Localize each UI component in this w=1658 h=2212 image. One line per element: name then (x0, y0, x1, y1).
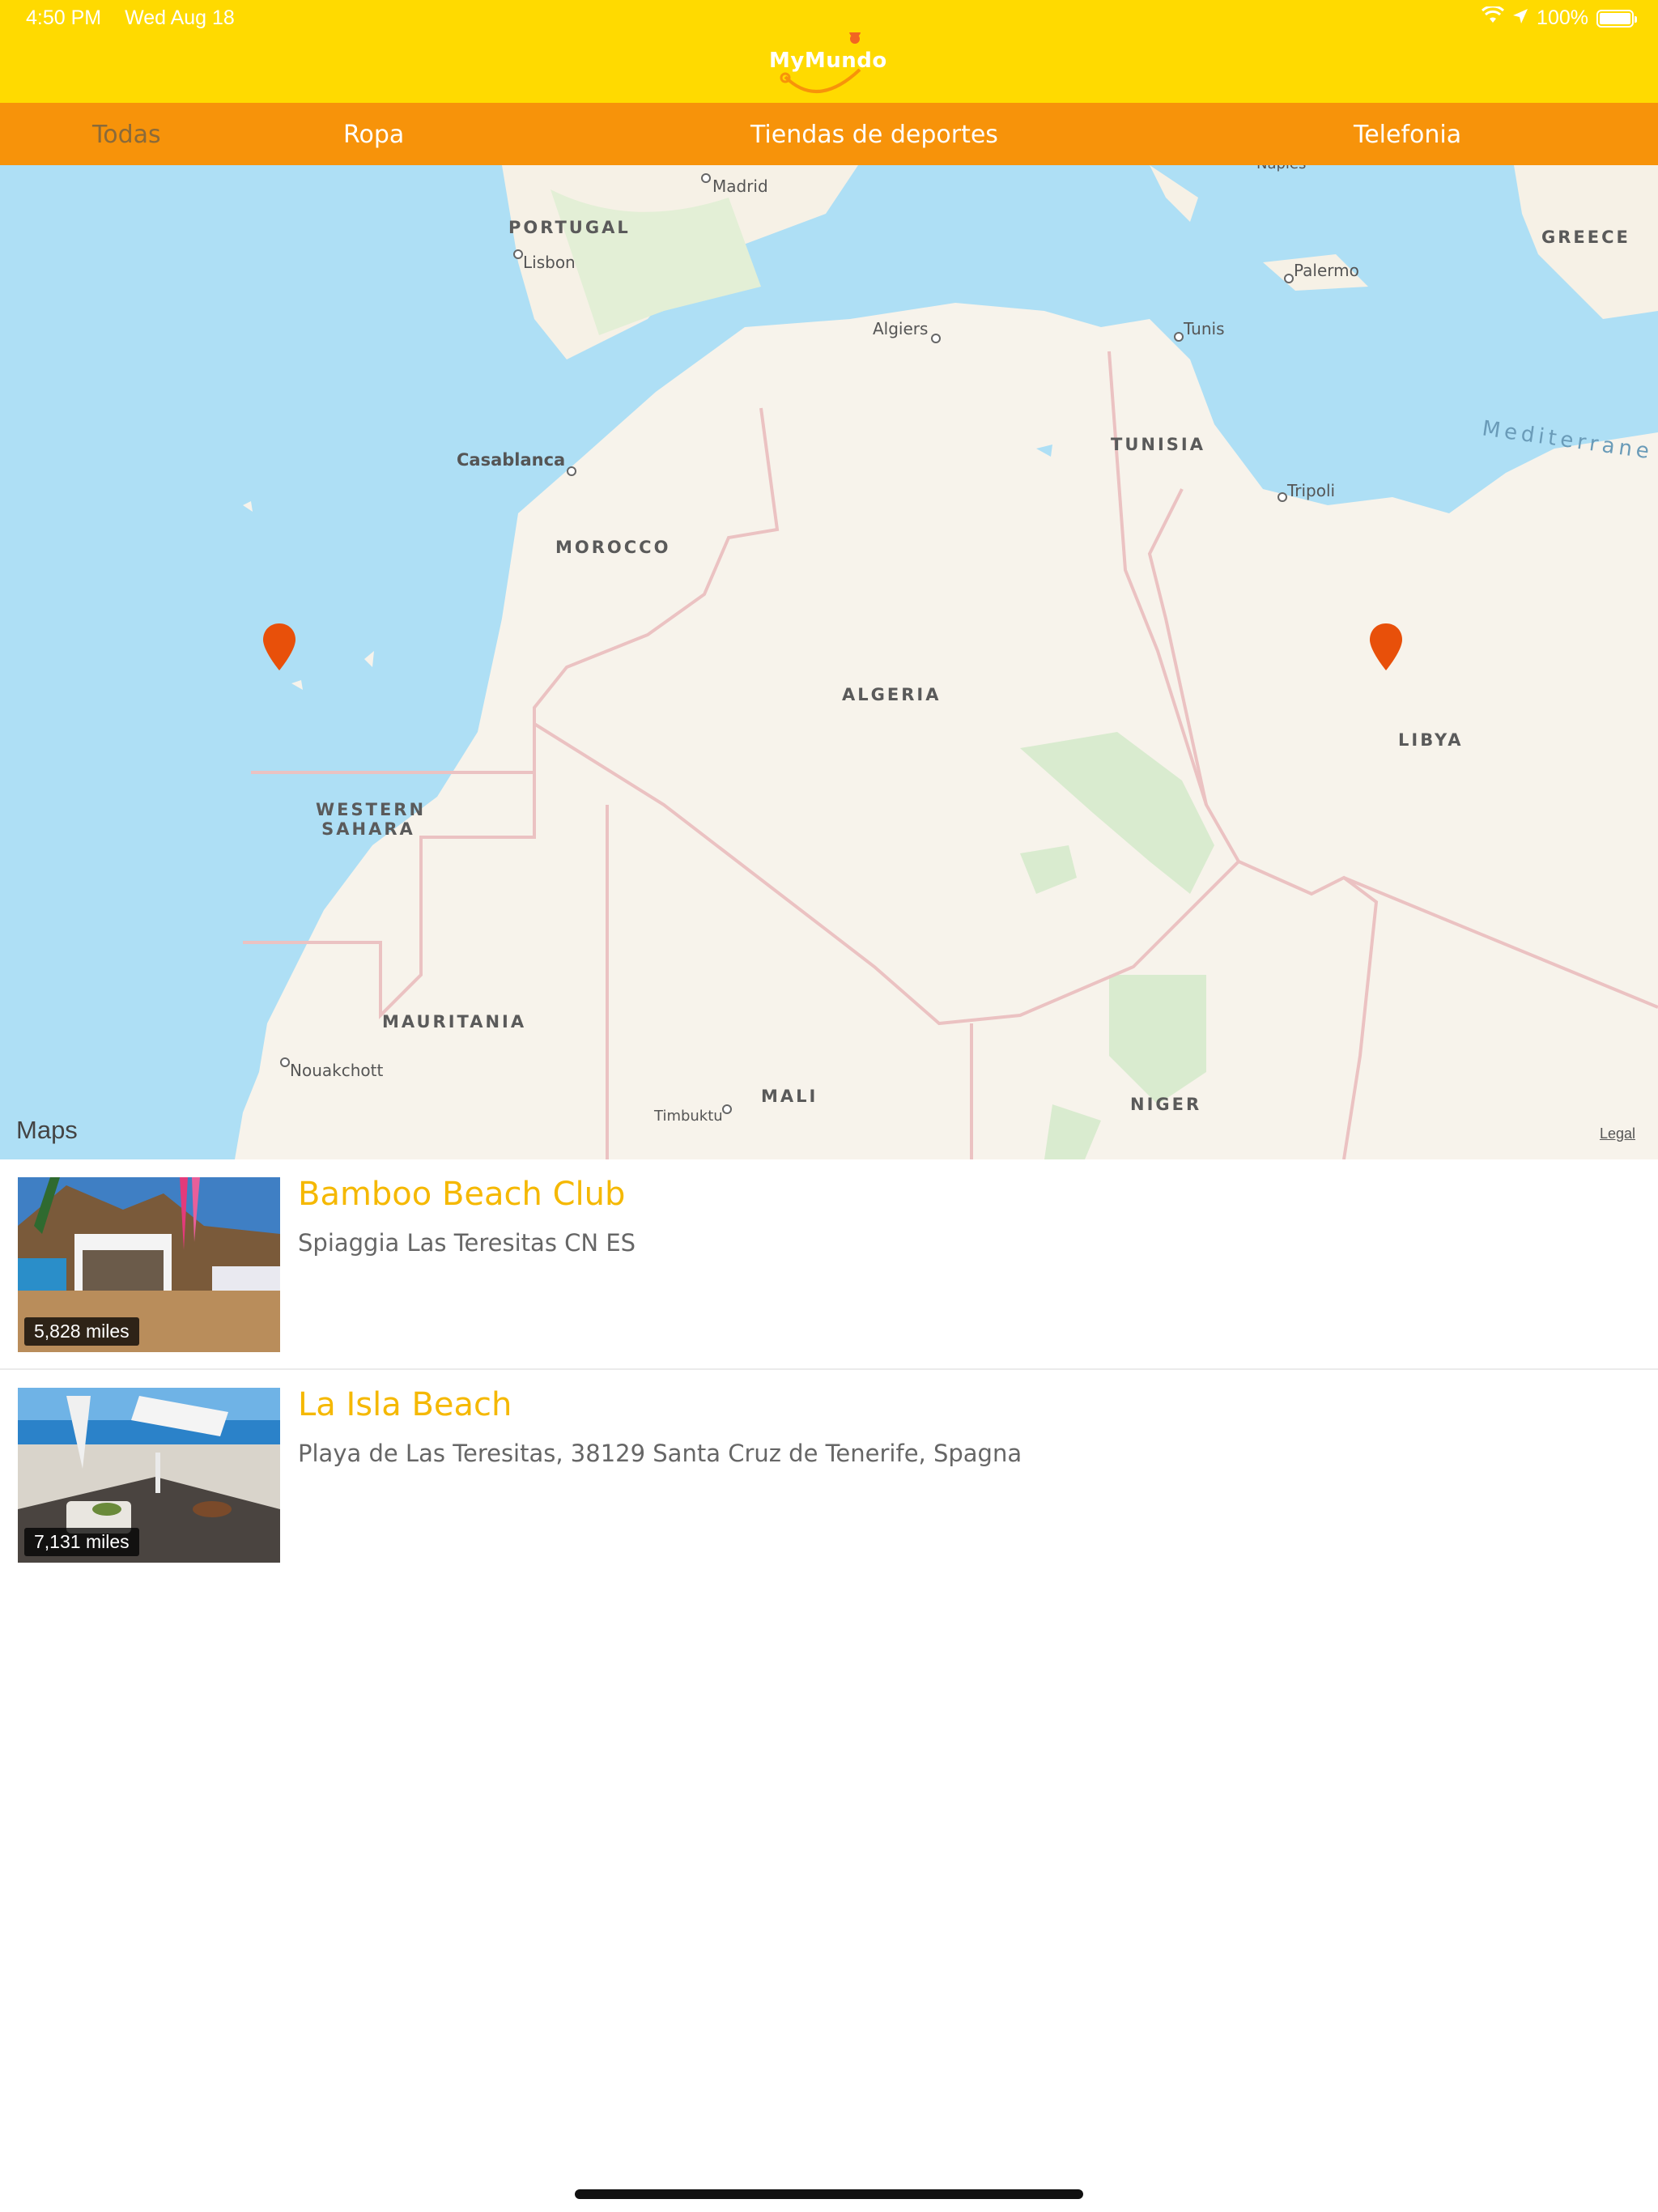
place-address: Playa de Las Teresitas, 38129 Santa Cruz… (298, 1440, 1022, 1467)
place-photo: 5,828 miles (18, 1177, 280, 1352)
legal-link[interactable]: Legal (1600, 1125, 1635, 1142)
apple-maps-logo: Maps (16, 1116, 78, 1145)
label-greece: GREECE (1541, 228, 1630, 247)
label-morocco: MOROCCO (555, 538, 671, 557)
city-dot-timbuktu (722, 1104, 732, 1114)
city-madrid: Madrid (712, 177, 768, 196)
battery-icon (1596, 9, 1637, 28)
city-dot-palermo (1284, 274, 1294, 283)
tab-tiendas-de-deportes[interactable]: Tiendas de deportes (750, 121, 998, 149)
city-dot-tripoli (1278, 492, 1287, 502)
label-western-sahara: WESTERN SAHARA (316, 800, 427, 839)
city-dot-tunis (1174, 332, 1184, 342)
category-tabs: Todas Ropa Tiendas de deportes Telefonia (0, 103, 1658, 165)
label-algeria: ALGERIA (842, 685, 942, 704)
city-dot-madrid (701, 173, 711, 183)
map-pin-icon[interactable] (1368, 622, 1404, 672)
tab-todas[interactable]: Todas (92, 121, 161, 149)
location-arrow-icon (1512, 6, 1528, 30)
city-dot-lisbon (513, 249, 523, 259)
distance-badge: 5,828 miles (24, 1317, 139, 1346)
label-portugal: PORTUGAL (508, 218, 631, 237)
city-lisbon: Lisbon (523, 253, 576, 272)
status-bar-right: 100% (1482, 5, 1637, 30)
label-tunisia: TUNISIA (1111, 435, 1205, 454)
map-background (0, 165, 1658, 1159)
tab-telefonia[interactable]: Telefonia (1354, 121, 1461, 149)
city-casablanca: Casablanca (457, 450, 566, 470)
label-niger: NIGER (1130, 1095, 1202, 1114)
city-palermo: Palermo (1294, 261, 1359, 280)
city-dot-algiers (931, 334, 941, 343)
home-indicator[interactable] (575, 2189, 1083, 2199)
city-timbuktu: Timbuktu (654, 1108, 723, 1125)
battery-percent: 100% (1537, 6, 1588, 29)
map-pin-icon[interactable] (261, 622, 297, 672)
city-dot-nouakchott (280, 1057, 290, 1067)
status-date: Wed Aug 18 (125, 6, 235, 29)
place-title[interactable]: Bamboo Beach Club (298, 1176, 625, 1213)
app-header: 4:50 PM Wed Aug 18 100% MyMundo (0, 0, 1658, 103)
distance-badge: 7,131 miles (24, 1528, 139, 1556)
map-view[interactable]: PORTUGAL GREECE TUNISIA MOROCCO ALGERIA … (0, 165, 1658, 1159)
place-address: Spiaggia Las Teresitas CN ES (298, 1229, 636, 1257)
status-bar-left: 4:50 PM Wed Aug 18 (26, 6, 253, 30)
label-mauritania: MAURITANIA (382, 1012, 527, 1032)
city-nouakchott: Nouakchott (290, 1061, 384, 1080)
tab-ropa[interactable]: Ropa (343, 121, 404, 149)
city-algiers: Algiers (873, 319, 929, 338)
place-photo: 7,131 miles (18, 1388, 280, 1563)
city-dot-casablanca (567, 466, 576, 476)
mymundo-logo: MyMundo (769, 32, 886, 104)
place-title[interactable]: La Isla Beach (298, 1386, 512, 1423)
list-item[interactable]: 7,131 miles La Isla Beach Playa de Las T… (0, 1370, 1658, 1580)
maps-brand-text: Maps (16, 1116, 78, 1144)
city-tripoli: Tripoli (1287, 481, 1336, 500)
label-mali: MALI (761, 1087, 818, 1106)
results-list: 5,828 miles Bamboo Beach Club Spiaggia L… (0, 1159, 1658, 1580)
label-libya: LIBYA (1398, 730, 1464, 750)
wifi-icon (1482, 5, 1505, 30)
status-time: 4:50 PM (26, 6, 102, 29)
list-item[interactable]: 5,828 miles Bamboo Beach Club Spiaggia L… (0, 1159, 1658, 1370)
city-naples: Naples (1256, 165, 1306, 172)
city-tunis: Tunis (1184, 319, 1225, 338)
